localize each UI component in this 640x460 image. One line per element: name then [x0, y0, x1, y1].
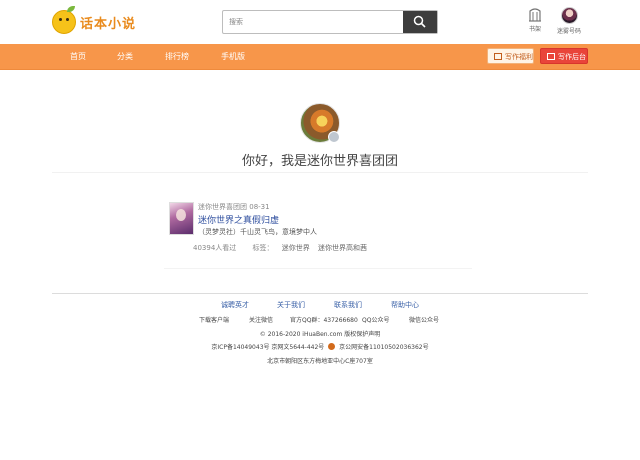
footer-copyright: © 2016-2020 iHuaBen.com 版权保护声明: [259, 331, 381, 338]
main-nav: 首页 分类 排行榜 手机版 写作福利 写作后台: [0, 44, 640, 70]
gift-icon: [494, 53, 502, 60]
footer-qq-group: 官方QQ群：437266680: [290, 317, 358, 324]
book-tag[interactable]: 迷你世界: [282, 244, 310, 252]
nav-mobile[interactable]: 手机版: [221, 44, 245, 69]
divider: [52, 172, 588, 173]
user-badge-icon: [328, 131, 340, 143]
writing-welfare-button[interactable]: 写作福利: [487, 48, 534, 64]
profile-greeting: 你好，我是迷你世界喜团团: [241, 154, 398, 169]
search-box: [222, 10, 438, 34]
nav-ranking[interactable]: 排行榜: [165, 44, 189, 69]
bookshelf-icon: [529, 8, 541, 22]
user-avatar: [560, 7, 578, 24]
user-name-label: 迷雾号码: [556, 28, 581, 35]
footer-icp: 京ICP备14049043号 京网文5644-442号: [211, 344, 325, 351]
footer-licenses: 京ICP备14049043号 京网文5644-442号 京公网安备1101050…: [0, 342, 640, 351]
footer-police[interactable]: 京公网安备11010502036362号: [339, 344, 428, 351]
book-meta: 迷你世界喜团团 08-31: [198, 202, 270, 212]
nav-home[interactable]: 首页: [70, 44, 86, 69]
site-logo[interactable]: 话本小说: [52, 6, 137, 34]
footer-link-contact[interactable]: 联系我们: [334, 300, 362, 310]
top-header: 话本小说 书架 迷雾号码: [0, 0, 640, 44]
logo-text: 话本小说: [80, 16, 137, 32]
tags-label: 标签：: [252, 244, 274, 252]
edit-icon: [547, 53, 555, 60]
footer-address: 北京市朝阳区东方梅地亚中心C座707室: [267, 358, 373, 365]
police-badge-icon: [328, 343, 336, 350]
book-cover[interactable]: [169, 202, 194, 235]
footer-qq-official[interactable]: QQ公众号: [362, 315, 389, 324]
book-tag[interactable]: 迷你世界高和茜: [318, 244, 367, 252]
footer-wechat-official[interactable]: 微信公众号: [409, 315, 439, 324]
logo-mascot-icon: [52, 6, 76, 34]
footer-link-help[interactable]: 帮助中心: [391, 300, 419, 310]
book-stats: 40394人看过 标签： 迷你世界 迷你世界高和茜: [193, 243, 373, 253]
book-views: 40394人看过: [193, 244, 237, 252]
book-author: 迷你世界喜团团: [198, 203, 247, 211]
footer-divider: [52, 293, 588, 294]
book-title[interactable]: 迷你世界之真假归虚: [198, 213, 279, 226]
book-date: 08-31: [249, 203, 270, 211]
search-icon: [413, 15, 426, 28]
divider: [164, 268, 472, 269]
footer-link-careers[interactable]: 诚聘英才: [221, 300, 249, 310]
writing-welfare-label: 写作福利: [505, 53, 533, 61]
footer-link-about[interactable]: 关于我们: [277, 300, 305, 310]
writing-backend-button[interactable]: 写作后台: [540, 48, 588, 64]
footer-download-client[interactable]: 下载客户端: [199, 315, 229, 324]
footer-follow-wechat[interactable]: 关注微信: [249, 315, 273, 324]
user-menu[interactable]: 迷雾号码: [549, 7, 589, 35]
nav-category[interactable]: 分类: [117, 44, 133, 69]
writing-backend-label: 写作后台: [558, 53, 586, 61]
search-button[interactable]: [403, 11, 437, 33]
book-description: （灵梦灵社）千山灵飞鸟，意境梦中人: [198, 228, 317, 236]
search-input[interactable]: [223, 11, 393, 33]
